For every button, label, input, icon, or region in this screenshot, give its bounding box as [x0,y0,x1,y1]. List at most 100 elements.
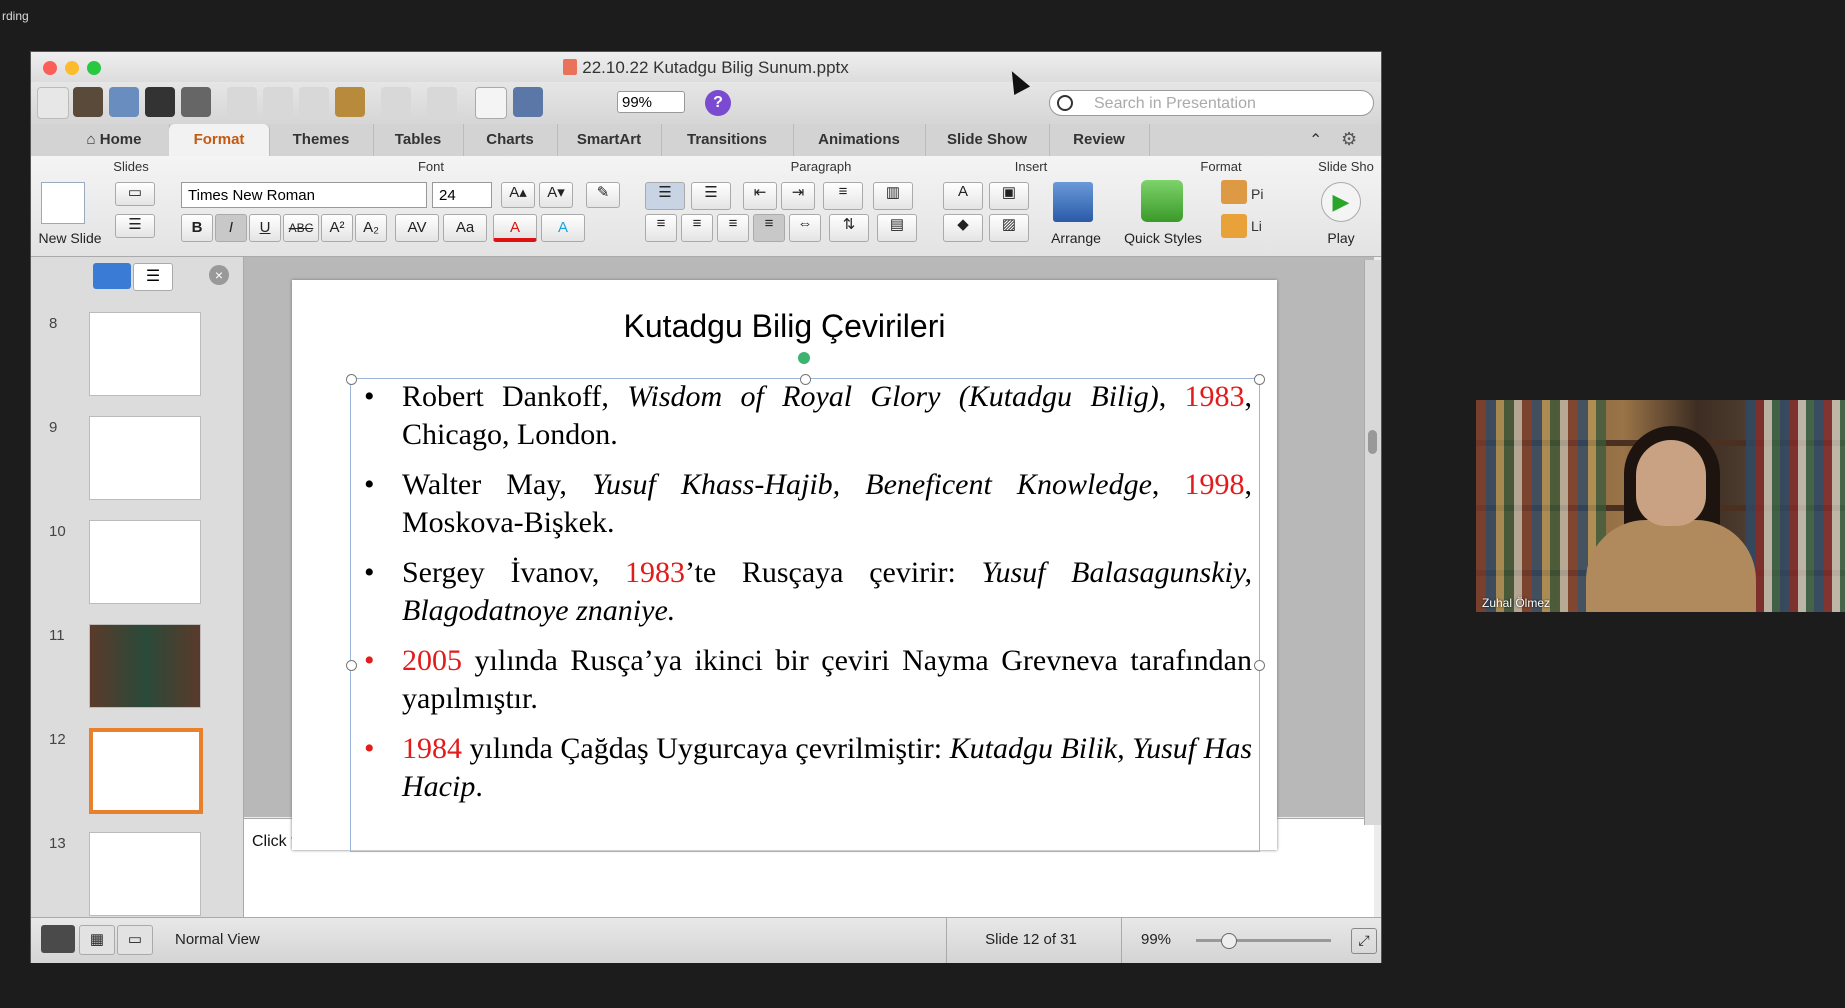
media-browser-icon[interactable] [513,87,543,117]
slide-thumbnail-8[interactable] [89,312,201,396]
slide-sorter-icon[interactable] [475,87,507,119]
cut-icon[interactable] [227,87,257,117]
resize-handle[interactable] [346,660,357,671]
distributed-button[interactable]: ⇔ [789,214,821,242]
vertical-scrollbar[interactable] [1364,260,1381,825]
help-icon[interactable]: ? [705,90,731,116]
slide-title[interactable]: Kutadgu Bilig Çevirileri [292,308,1277,345]
shape-line-icon[interactable] [1221,214,1247,238]
bullet-italic: Yusuf Khass-Hajib, Beneficent Knowledge [591,468,1152,501]
new-slide-icon[interactable] [41,182,85,224]
slide-thumbnail-13[interactable] [89,832,201,916]
copy-icon[interactable] [263,87,293,117]
slide-thumbnail-9[interactable] [89,416,201,500]
gear-icon[interactable]: ⚙ [1341,129,1357,150]
scrollbar-thumb[interactable] [1368,430,1377,454]
tab-themes[interactable]: Themes [269,124,374,156]
quick-styles-label[interactable]: Quick Styles [1117,230,1209,246]
insert-picture-button[interactable]: ▨ [989,214,1029,242]
tab-format[interactable]: Format [169,124,270,156]
slide-thumbnail-12[interactable] [89,728,203,814]
slide-show-view-button[interactable]: ▭ [117,925,153,955]
tab-smartart[interactable]: SmartArt [557,124,662,156]
align-center-button[interactable]: ≡ [681,214,713,242]
slide-thumbnail-11[interactable] [89,624,201,708]
underline-button[interactable]: U [249,214,281,242]
numbering-button[interactable]: ☰ [691,182,731,210]
tab-transitions[interactable]: Transitions [661,124,794,156]
arrange-label[interactable]: Arrange [1036,230,1116,246]
shape-fill-icon[interactable] [1221,180,1247,204]
change-case-button[interactable]: Aa [443,214,487,242]
font-name-select[interactable]: Times New Roman [181,182,427,208]
outline-view-toggle[interactable]: ☰ [133,263,173,291]
resize-handle[interactable] [346,374,357,385]
slide-sorter-view-button[interactable]: ▦ [79,925,115,955]
align-right-button[interactable]: ≡ [717,214,749,242]
search-input[interactable]: Search in Presentation [1049,90,1374,116]
subscript-button[interactable]: A₂ [355,214,387,242]
resize-handle[interactable] [1254,660,1265,671]
zoom-slider-track[interactable] [1196,939,1331,942]
rotate-handle[interactable] [798,352,810,364]
justify-button[interactable]: ≡ [753,214,785,242]
text-effects-button[interactable]: A [541,214,585,242]
quick-styles-icon[interactable] [1141,180,1183,222]
collapse-ribbon-icon[interactable]: ⌃ [1309,130,1322,150]
line-spacing-button[interactable]: ≡ [823,182,863,210]
text-direction-button[interactable]: ⇅ [829,214,869,242]
tab-slide-show[interactable]: Slide Show [925,124,1050,156]
increase-indent-button[interactable]: ⇥ [781,182,815,210]
bullet-list[interactable]: Robert Dankoff, Wisdom of Royal Glory (K… [364,378,1252,818]
play-icon[interactable]: ▶ [1321,182,1361,222]
bullets-button[interactable]: ☰ [645,182,685,210]
slide-thumbnail-10[interactable] [89,520,201,604]
print-icon[interactable] [181,87,211,117]
strikethrough-button[interactable]: ABC [283,214,319,242]
open-icon[interactable] [109,87,139,117]
clear-formatting-button[interactable]: ✎ [586,182,620,208]
undo-icon[interactable] [381,87,411,117]
tab-review[interactable]: Review [1049,124,1150,156]
decrease-font-size-button[interactable]: A▾ [539,182,573,208]
columns-button[interactable]: ▥ [873,182,913,210]
redo-icon[interactable] [427,87,457,117]
shape-button[interactable]: ◆ [943,214,983,242]
normal-view-button[interactable] [41,925,75,953]
tab-tables[interactable]: Tables [373,124,464,156]
paste-icon[interactable] [299,87,329,117]
save-icon[interactable] [145,87,175,117]
decrease-indent-button[interactable]: ⇤ [743,182,777,210]
tab-home[interactable]: ⌂ Home [59,124,170,156]
fit-window-button[interactable]: ⤢ [1351,928,1377,954]
play-label[interactable]: Play [1311,230,1371,246]
new-slide-label[interactable]: New Slide [35,230,105,246]
italic-button[interactable]: I [215,214,247,242]
tab-charts[interactable]: Charts [463,124,558,156]
picture-button[interactable]: ▣ [989,182,1029,210]
zoom-slider-thumb[interactable] [1221,933,1237,949]
text-box-button[interactable]: A [943,182,983,210]
new-presentation-icon[interactable] [37,87,69,119]
standard-toolbar: 99% ? Search in Presentation [31,82,1381,124]
superscript-button[interactable]: A² [321,214,353,242]
arrange-icon[interactable] [1053,182,1093,222]
resize-handle[interactable] [1254,374,1265,385]
templates-icon[interactable] [73,87,103,117]
close-panel-icon[interactable]: × [209,265,229,285]
character-spacing-button[interactable]: AV [395,214,439,242]
format-painter-icon[interactable] [335,87,365,117]
bullet-italic: Wisdom of Royal Glory (Kutadgu Bilig) [627,380,1159,413]
slides-view-toggle[interactable] [93,263,131,289]
align-left-button[interactable]: ≡ [645,214,677,242]
font-size-select[interactable]: 24 [432,182,492,208]
bold-button[interactable]: B [181,214,213,242]
font-color-button[interactable]: A [493,214,537,242]
increase-font-size-button[interactable]: A▴ [501,182,535,208]
align-text-button[interactable]: ▤ [877,214,917,242]
zoom-select[interactable]: 99% [617,91,685,113]
layout-button[interactable]: ▭ [115,182,155,206]
tab-animations[interactable]: Animations [793,124,926,156]
current-slide[interactable]: Kutadgu Bilig Çevirileri Robert Dankoff,… [292,280,1277,852]
section-button[interactable]: ☰ [115,214,155,238]
